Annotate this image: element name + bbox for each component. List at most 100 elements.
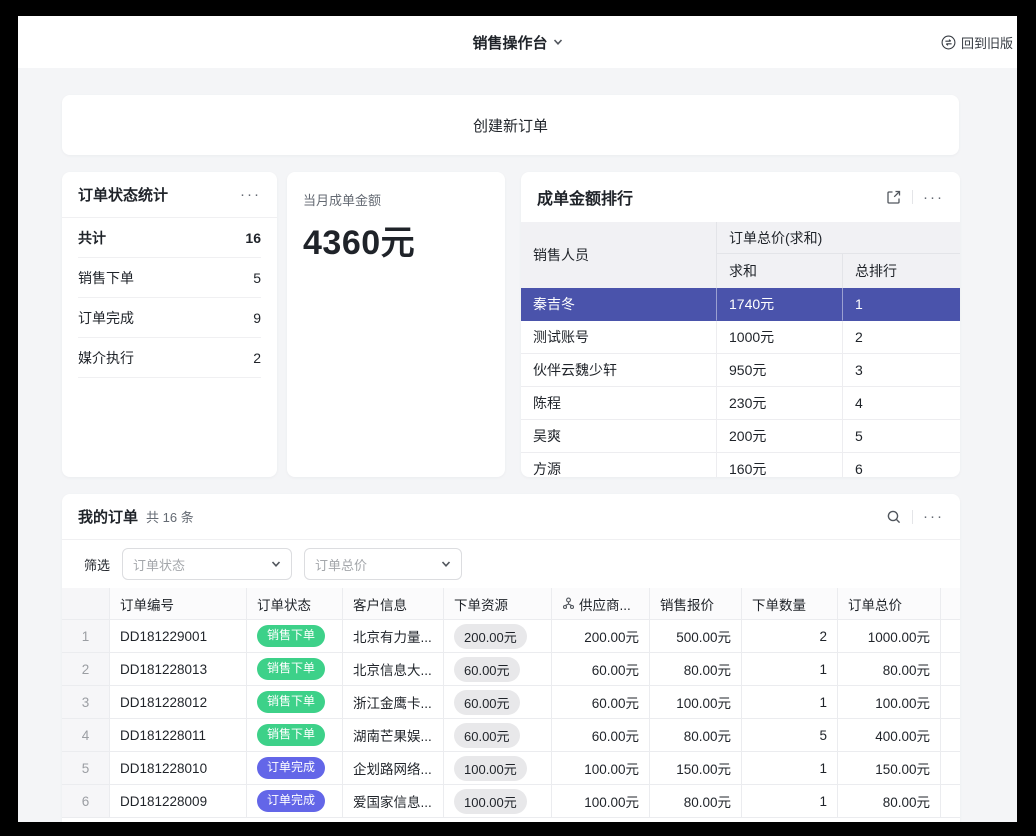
filter-order-total-select[interactable]: 订单总价 xyxy=(304,548,462,580)
filter-order-status-select[interactable]: 订单状态 xyxy=(122,548,292,580)
person-rank: 6 xyxy=(843,453,960,477)
back-to-old-version-link[interactable]: 回到旧版 xyxy=(941,16,1013,68)
customer-info: 浙江金鹰卡... xyxy=(343,686,444,719)
more-menu-icon[interactable]: ··· xyxy=(923,509,944,524)
open-in-new-icon[interactable] xyxy=(886,189,902,205)
stat-row-media[interactable]: 媒介执行 2 xyxy=(78,338,261,378)
ranking-row[interactable]: 陈程 230元 4 xyxy=(521,387,960,420)
col-header-quantity[interactable]: 下单数量 xyxy=(742,588,838,620)
orders-table-header: 订单编号 订单状态 客户信息 下单资源 供应商... 销售报价 下单数量 订单总… xyxy=(62,588,960,620)
stat-label: 订单完成 xyxy=(78,308,134,328)
row-spacer xyxy=(941,620,960,653)
order-quantity: 1 xyxy=(742,752,838,785)
row-spacer xyxy=(941,686,960,719)
person-name: 吴爽 xyxy=(521,420,717,453)
table-row[interactable]: 2 DD181228013 销售下单 北京信息大... 60.00元 60.00… xyxy=(62,653,960,686)
col-header-rank: 总排行 xyxy=(843,254,960,288)
create-order-label: 创建新订单 xyxy=(473,115,548,136)
supplier-price: 60.00元 xyxy=(552,653,650,686)
stat-row-sales[interactable]: 销售下单 5 xyxy=(78,258,261,298)
back-link-label: 回到旧版 xyxy=(961,33,1013,52)
table-row[interactable]: 1 DD181229001 销售下单 北京有力量... 200.00元 200.… xyxy=(62,620,960,653)
table-row[interactable]: 6 DD181228009 订单完成 爱国家信息... 100.00元 100.… xyxy=(62,785,960,818)
resource-tag: 60.00元 xyxy=(454,690,520,715)
order-total: 80.00元 xyxy=(838,653,941,686)
person-rank: 3 xyxy=(843,354,960,387)
person-name: 陈程 xyxy=(521,387,717,420)
ranking-row[interactable]: 伙伴云魏少轩 950元 3 xyxy=(521,354,960,387)
table-row[interactable]: 5 DD181228010 订单完成 企划路网络... 100.00元 100.… xyxy=(62,752,960,785)
row-number: 4 xyxy=(62,719,110,752)
status-badge: 销售下单 xyxy=(257,691,325,713)
col-header-quote[interactable]: 销售报价 xyxy=(650,588,742,620)
sales-quote: 80.00元 xyxy=(650,785,742,818)
person-rank: 5 xyxy=(843,420,960,453)
person-sum: 200元 xyxy=(717,420,843,453)
person-rank: 2 xyxy=(843,321,960,354)
table-row[interactable]: 4 DD181228011 销售下单 湖南芒果娱... 60.00元 60.00… xyxy=(62,719,960,752)
ranking-row[interactable]: 吴爽 200元 5 xyxy=(521,420,960,453)
person-sum: 160元 xyxy=(717,453,843,477)
monthly-amount-value: 4360元 xyxy=(303,215,489,264)
status-badge: 销售下单 xyxy=(257,625,325,647)
status-badge: 销售下单 xyxy=(257,658,325,680)
col-header-order-status[interactable]: 订单状态 xyxy=(247,588,343,620)
col-header-total[interactable]: 订单总价 xyxy=(838,588,941,620)
order-id: DD181228013 xyxy=(110,653,247,686)
person-name: 秦吉冬 xyxy=(521,288,717,321)
ranking-table-header: 销售人员 订单总价(求和) 求和 总排行 xyxy=(521,222,960,288)
ranking-row[interactable]: 方源 160元 6 xyxy=(521,453,960,477)
chevron-down-icon xyxy=(271,559,281,569)
col-header-row-number xyxy=(62,588,110,620)
stat-value: 16 xyxy=(245,230,261,246)
ranking-row[interactable]: 秦吉冬 1740元 1 xyxy=(521,288,960,321)
more-menu-icon[interactable]: ··· xyxy=(923,190,944,205)
stat-label: 媒介执行 xyxy=(78,348,134,368)
search-icon[interactable] xyxy=(886,509,902,525)
supplier-price: 200.00元 xyxy=(552,620,650,653)
row-spacer xyxy=(941,719,960,752)
col-header-order-id[interactable]: 订单编号 xyxy=(110,588,247,620)
chevron-down-icon xyxy=(553,37,563,47)
app-window: 销售操作台 回到旧版 创建新订单 订单状态统计 ··· 共计 16 销售下单 xyxy=(18,16,1017,822)
col-header-person: 销售人员 xyxy=(521,222,717,288)
col-header-customer[interactable]: 客户信息 xyxy=(343,588,444,620)
person-rank: 1 xyxy=(843,288,960,321)
row-number: 6 xyxy=(62,785,110,818)
person-rank: 4 xyxy=(843,387,960,420)
stat-value: 9 xyxy=(253,310,261,326)
col-header-supplier[interactable]: 供应商... xyxy=(552,588,650,620)
stat-row-total[interactable]: 共计 16 xyxy=(78,218,261,258)
create-order-button[interactable]: 创建新订单 xyxy=(62,95,959,155)
customer-info: 北京信息大... xyxy=(343,653,444,686)
order-quantity: 1 xyxy=(742,653,838,686)
order-quantity: 5 xyxy=(742,719,838,752)
orders-card-header: 我的订单 共 16 条 ··· xyxy=(62,494,960,540)
order-quantity: 2 xyxy=(742,620,838,653)
workspace-switcher[interactable]: 销售操作台 xyxy=(472,32,562,53)
ranking-card-header: 成单金额排行 ··· xyxy=(521,172,960,222)
stat-row-complete[interactable]: 订单完成 9 xyxy=(78,298,261,338)
person-name: 测试账号 xyxy=(521,321,717,354)
top-bar: 销售操作台 回到旧版 xyxy=(18,16,1017,68)
status-badge: 销售下单 xyxy=(257,724,325,746)
resource-tag: 60.00元 xyxy=(454,723,520,748)
customer-info: 北京有力量... xyxy=(343,620,444,653)
ranking-row[interactable]: 测试账号 1000元 2 xyxy=(521,321,960,354)
my-orders-card: 我的订单 共 16 条 ··· 筛选 订单状态 订单总价 xyxy=(62,494,960,822)
col-header-sum: 求和 xyxy=(717,254,843,288)
filter-bar: 筛选 订单状态 订单总价 xyxy=(62,540,960,588)
filter-label: 筛选 xyxy=(84,555,110,574)
page-title: 销售操作台 xyxy=(472,32,547,53)
order-id: DD181228009 xyxy=(110,785,247,818)
col-header-resource[interactable]: 下单资源 xyxy=(444,588,552,620)
table-row[interactable]: 3 DD181228012 销售下单 浙江金鹰卡... 60.00元 60.00… xyxy=(62,686,960,719)
stat-label: 共计 xyxy=(78,228,106,248)
order-quantity: 1 xyxy=(742,785,838,818)
sales-quote: 80.00元 xyxy=(650,719,742,752)
order-status-stats-card: 订单状态统计 ··· 共计 16 销售下单 5 订单完成 9 媒介执行 2 xyxy=(62,172,277,477)
order-id: DD181229001 xyxy=(110,620,247,653)
more-menu-icon[interactable]: ··· xyxy=(240,187,261,202)
row-number: 5 xyxy=(62,752,110,785)
supplier-price: 60.00元 xyxy=(552,719,650,752)
